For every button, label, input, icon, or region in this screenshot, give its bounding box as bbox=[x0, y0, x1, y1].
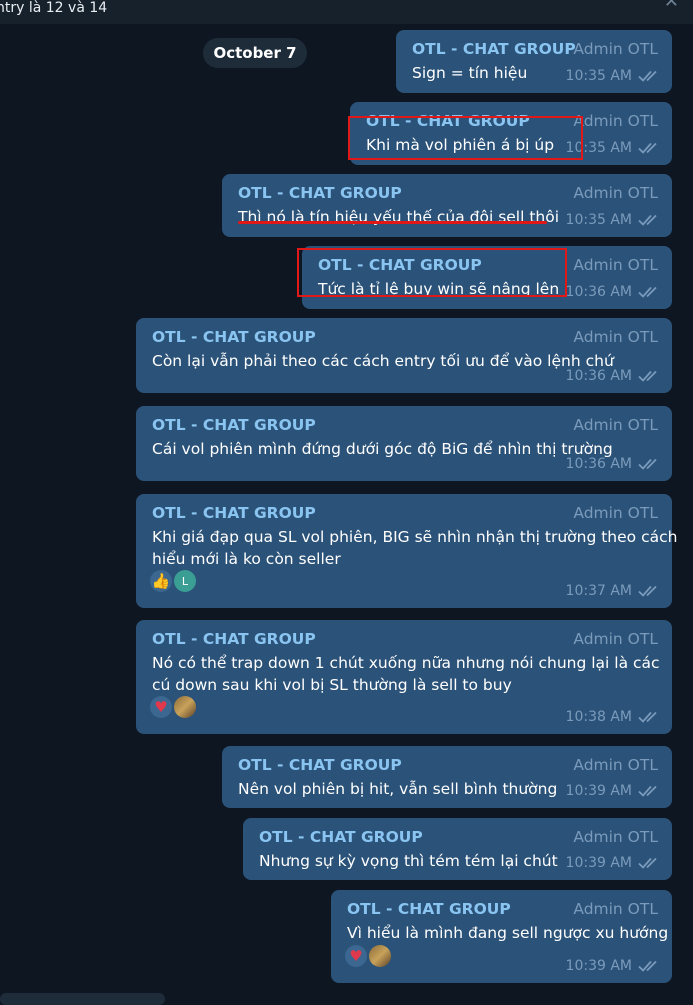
message-time: 10:36 AM bbox=[565, 456, 632, 472]
message-sender[interactable]: OTL - CHAT GROUP bbox=[238, 756, 402, 774]
chat-header: ntry là 12 và 14 ✕ bbox=[0, 0, 693, 24]
message-time: 10:39 AM bbox=[565, 958, 632, 974]
close-icon[interactable]: ✕ bbox=[664, 0, 679, 12]
message-bubble[interactable]: OTL - CHAT GROUP Admin OTL Cái vol phiên… bbox=[136, 406, 672, 481]
message-meta: 10:38 AM bbox=[566, 708, 660, 726]
double-check-icon bbox=[638, 214, 657, 226]
message-author: Admin OTL bbox=[573, 900, 658, 918]
message-sender[interactable]: OTL - CHAT GROUP bbox=[238, 184, 402, 202]
thumbs-up-icon[interactable]: 👍 bbox=[150, 570, 172, 592]
message-reactions[interactable]: ♥ bbox=[150, 696, 196, 718]
message-meta: 10:35 AM bbox=[566, 211, 660, 229]
message-sender[interactable]: OTL - CHAT GROUP bbox=[259, 828, 423, 846]
message-sender[interactable]: OTL - CHAT GROUP bbox=[152, 504, 316, 522]
message-time: 10:36 AM bbox=[565, 368, 632, 384]
message-sender[interactable]: OTL - CHAT GROUP bbox=[318, 256, 482, 274]
message-text: Nó có thể trap down 1 chút xuống nữa như… bbox=[152, 654, 660, 694]
message-bubble[interactable]: OTL - CHAT GROUP Admin OTL Nó có thể tra… bbox=[136, 620, 672, 734]
double-check-icon bbox=[638, 142, 657, 154]
message-meta: 10:36 AM bbox=[566, 283, 660, 301]
message-meta: 10:36 AM bbox=[566, 367, 660, 385]
message-meta: 10:35 AM bbox=[566, 139, 660, 157]
message-time: 10:38 AM bbox=[565, 709, 632, 725]
message-bubble[interactable]: OTL - CHAT GROUP Admin OTL Nên vol phiên… bbox=[222, 746, 672, 808]
message-time: 10:37 AM bbox=[565, 583, 632, 599]
message-bubble[interactable]: OTL - CHAT GROUP Admin OTL Vì hiểu là mì… bbox=[331, 890, 672, 983]
message-bubble[interactable]: OTL - CHAT GROUP Admin OTL Còn lại vẫn p… bbox=[136, 318, 672, 393]
message-meta: 10:35 AM bbox=[566, 67, 660, 85]
composer-edge bbox=[0, 993, 165, 1005]
message-bubble[interactable]: OTL - CHAT GROUP Admin OTL Tức là tỉ lệ … bbox=[302, 246, 672, 309]
message-bubble[interactable]: OTL - CHAT GROUP Admin OTL Khi mà vol ph… bbox=[350, 102, 672, 165]
message-bubble[interactable]: OTL - CHAT GROUP Admin OTL Nhưng sự kỳ v… bbox=[243, 818, 672, 880]
double-check-icon bbox=[638, 458, 657, 470]
reaction-avatar[interactable] bbox=[369, 945, 391, 967]
message-author: Admin OTL bbox=[573, 416, 658, 434]
message-sender[interactable]: OTL - CHAT GROUP bbox=[347, 900, 511, 918]
message-time: 10:39 AM bbox=[565, 855, 632, 871]
message-bubble[interactable]: OTL - CHAT GROUP Admin OTL Thì nó là tín… bbox=[222, 174, 672, 237]
highlight-underline bbox=[238, 221, 547, 224]
message-author: Admin OTL bbox=[573, 328, 658, 346]
double-check-icon bbox=[638, 585, 657, 597]
date-separator: October 7 bbox=[203, 38, 307, 68]
double-check-icon bbox=[638, 370, 657, 382]
message-author: Admin OTL bbox=[573, 256, 658, 274]
message-author: Admin OTL bbox=[573, 504, 658, 522]
message-time: 10:35 AM bbox=[565, 68, 632, 84]
message-meta: 10:39 AM bbox=[566, 854, 660, 872]
message-meta: 10:39 AM bbox=[566, 782, 660, 800]
message-time: 10:36 AM bbox=[565, 284, 632, 300]
message-time: 10:39 AM bbox=[565, 783, 632, 799]
double-check-icon bbox=[638, 70, 657, 82]
heart-icon[interactable]: ♥ bbox=[345, 945, 367, 967]
message-reactions[interactable]: 👍 L bbox=[150, 570, 196, 592]
message-sender[interactable]: OTL - CHAT GROUP bbox=[152, 630, 316, 648]
message-sender[interactable]: OTL - CHAT GROUP bbox=[412, 40, 576, 58]
message-meta: 10:37 AM bbox=[566, 582, 660, 600]
chat-title: ntry là 12 và 14 bbox=[0, 0, 108, 16]
message-sender[interactable]: OTL - CHAT GROUP bbox=[152, 416, 316, 434]
message-meta: 10:36 AM bbox=[566, 455, 660, 473]
heart-icon[interactable]: ♥ bbox=[150, 696, 172, 718]
message-author: Admin OTL bbox=[573, 184, 658, 202]
message-bubble[interactable]: OTL - CHAT GROUP Admin OTL Khi giá đạp q… bbox=[136, 494, 678, 608]
double-check-icon bbox=[638, 286, 657, 298]
message-author: Admin OTL bbox=[573, 828, 658, 846]
double-check-icon bbox=[638, 711, 657, 723]
double-check-icon bbox=[638, 785, 657, 797]
reaction-avatar[interactable] bbox=[174, 696, 196, 718]
double-check-icon bbox=[638, 960, 657, 972]
reaction-avatar[interactable]: L bbox=[174, 570, 196, 592]
message-time: 10:35 AM bbox=[565, 212, 632, 228]
message-text: Vì hiểu là mình đang sell ngược xu hướng bbox=[347, 924, 669, 942]
message-reactions[interactable]: ♥ bbox=[345, 945, 391, 967]
message-author: Admin OTL bbox=[573, 756, 658, 774]
double-check-icon bbox=[638, 857, 657, 869]
message-text: Khi giá đạp qua SL vol phiên, BIG sẽ nhì… bbox=[152, 528, 678, 568]
message-author: Admin OTL bbox=[573, 40, 658, 58]
message-meta: 10:39 AM bbox=[566, 957, 660, 975]
message-sender[interactable]: OTL - CHAT GROUP bbox=[366, 112, 530, 130]
message-author: Admin OTL bbox=[573, 112, 658, 130]
message-sender[interactable]: OTL - CHAT GROUP bbox=[152, 328, 316, 346]
message-author: Admin OTL bbox=[573, 630, 658, 648]
message-bubble[interactable]: OTL - CHAT GROUP Admin OTL Sign = tín hi… bbox=[396, 30, 672, 93]
message-time: 10:35 AM bbox=[565, 140, 632, 156]
